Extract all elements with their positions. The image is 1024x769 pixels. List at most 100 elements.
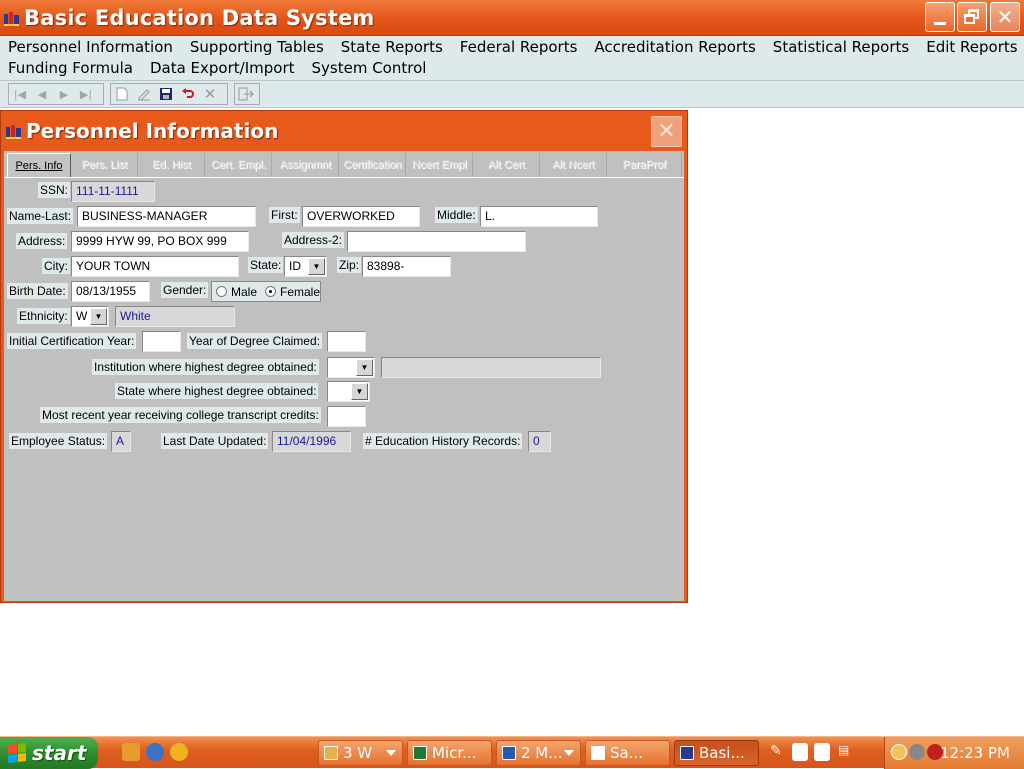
year-degree-claimed-label: Year of Degree Claimed: [187, 333, 322, 349]
gender-female-radio[interactable] [265, 286, 276, 297]
tab-alt-ncert[interactable]: Alt Ncert [541, 153, 607, 177]
tab-pers-info[interactable]: Pers. Info [7, 153, 71, 177]
tab-paraprof[interactable]: ParaProf [608, 153, 682, 177]
quick-launch-folder-icon[interactable] [122, 743, 140, 761]
next-record-icon[interactable]: ▶ [53, 84, 75, 104]
app-icon [680, 746, 694, 760]
menu-funding-formula[interactable]: Funding Formula [8, 59, 133, 77]
menu-system-control[interactable]: System Control [312, 59, 427, 77]
taskbar: start 3 W Micr... 2 M... Sa... Basi... ✎… [0, 736, 1024, 769]
delete-icon[interactable]: ✕ [199, 84, 221, 104]
birth-date-field[interactable]: 08/13/1955 [71, 281, 150, 302]
windows-logo-icon [8, 743, 26, 763]
chevron-down-icon [386, 750, 396, 756]
previous-record-icon[interactable]: ◀ [31, 84, 53, 104]
tab-certification[interactable]: Certification [340, 153, 406, 177]
network-icon[interactable] [909, 744, 925, 760]
first-record-icon[interactable]: |◀ [9, 84, 31, 104]
menu-accreditation-reports[interactable]: Accreditation Reports [594, 38, 755, 56]
menu-supporting-tables[interactable]: Supporting Tables [190, 38, 324, 56]
toolbar: |◀ ◀ ▶ ▶| ✕ [0, 80, 1024, 108]
last-updated-field: 11/04/1996 [272, 431, 351, 452]
zip-field[interactable]: 83898- [362, 256, 451, 277]
chevron-down-icon[interactable]: ▼ [356, 359, 373, 376]
ssn-field[interactable]: 111-11-1111 [71, 181, 155, 202]
menu-data-export-import[interactable]: Data Export/Import [150, 59, 295, 77]
start-button[interactable]: start [0, 737, 98, 769]
tab-divider [4, 177, 684, 178]
chevron-down-icon[interactable]: ▼ [351, 383, 368, 400]
chevron-down-icon[interactable]: ▼ [90, 308, 107, 325]
task-windows-explorer[interactable]: 3 W [318, 740, 403, 766]
edit-record-icon[interactable] [133, 84, 155, 104]
new-record-icon[interactable] [111, 84, 133, 104]
zip-label: Zip: [337, 257, 362, 273]
year-degree-claimed-field[interactable] [327, 331, 366, 352]
notes-icon[interactable]: ▤ [838, 743, 854, 761]
tab-ncert-empl[interactable]: Ncert Empl [407, 153, 473, 177]
task-outlook[interactable]: 2 M... [496, 740, 581, 766]
city-field[interactable]: YOUR TOWN [71, 256, 239, 277]
ethnicity-select[interactable]: W ▼ [71, 306, 109, 327]
window-close-button[interactable]: ✕ [651, 116, 682, 147]
close-icon: ✕ [657, 119, 676, 144]
recent-transcript-field[interactable] [327, 406, 366, 427]
maximize-button[interactable] [957, 2, 987, 32]
tab-strip: Pers. Info Pers. List Ed. Hist Cert. Emp… [4, 151, 684, 179]
task-label: 2 M... [521, 744, 563, 762]
quick-launch-browser-icon[interactable] [170, 743, 188, 761]
help-icon[interactable] [814, 743, 830, 761]
state-select[interactable]: ID ▼ [284, 256, 327, 277]
task-excel[interactable]: Micr... [407, 740, 492, 766]
exit-icon[interactable] [235, 84, 257, 104]
app-icon [4, 11, 20, 26]
folder-icon [324, 746, 338, 760]
pen-icon[interactable]: ✎ [770, 743, 786, 761]
edu-history-label: # Education History Records: [363, 433, 523, 449]
gender-female-label: Female [279, 284, 320, 299]
address-field[interactable]: 9999 HYW 99, PO BOX 999 [71, 231, 249, 252]
tab-ed-hist[interactable]: Ed. Hist [139, 153, 205, 177]
initial-cert-year-label: Initial Certification Year: [7, 333, 137, 349]
first-name-field[interactable]: OVERWORKED [302, 206, 420, 227]
ssn-label: SSN: [38, 182, 71, 198]
state-label: State: [248, 257, 284, 273]
edu-history-field: 0 [528, 431, 551, 452]
middle-name-field[interactable]: L. [480, 206, 598, 227]
minimize-button[interactable] [925, 2, 955, 32]
personnel-window-titlebar: Personnel Information ✕ [1, 111, 687, 151]
last-record-icon[interactable]: ▶| [75, 84, 97, 104]
menu-federal-reports[interactable]: Federal Reports [460, 38, 578, 56]
chevron-down-icon [564, 750, 574, 756]
institution-select[interactable]: ▼ [327, 357, 375, 378]
tab-pers-list[interactable]: Pers. List [72, 153, 138, 177]
tab-cert-empl[interactable]: Cert. Empl. [206, 153, 272, 177]
close-button[interactable]: ✕ [990, 2, 1020, 32]
undo-icon[interactable] [177, 84, 199, 104]
exit-group [234, 83, 260, 105]
gender-radio-group: Male Female [211, 281, 321, 302]
state-degree-select[interactable]: ▼ [327, 381, 370, 402]
state-degree-label: State where highest degree obtained: [115, 383, 319, 399]
name-last-field[interactable]: BUSINESS-MANAGER [77, 206, 256, 227]
show-hidden-icons-icon[interactable] [891, 744, 907, 760]
task-basic-education[interactable]: Basi... [674, 740, 759, 766]
gender-male-radio[interactable] [216, 286, 227, 297]
quick-launch-network-icon[interactable] [146, 743, 164, 761]
task-word[interactable]: Sa... [585, 740, 670, 766]
initial-cert-year-field[interactable] [142, 331, 181, 352]
city-label: City: [42, 258, 70, 274]
employee-status-field[interactable]: A [111, 431, 131, 452]
save-icon[interactable] [155, 84, 177, 104]
monitor-icon[interactable] [792, 743, 808, 761]
menu-personnel-information[interactable]: Personnel Information [8, 38, 173, 56]
window-app-icon [6, 124, 22, 139]
menu-state-reports[interactable]: State Reports [341, 38, 443, 56]
employee-status-label: Employee Status: [9, 433, 108, 449]
menu-edit-reports[interactable]: Edit Reports [926, 38, 1017, 56]
chevron-down-icon[interactable]: ▼ [308, 258, 325, 275]
menu-statistical-reports[interactable]: Statistical Reports [773, 38, 909, 56]
tab-alt-cert[interactable]: Alt Cert [474, 153, 540, 177]
tab-assignmnt[interactable]: Assignmnt [273, 153, 339, 177]
address2-field[interactable] [347, 231, 526, 252]
